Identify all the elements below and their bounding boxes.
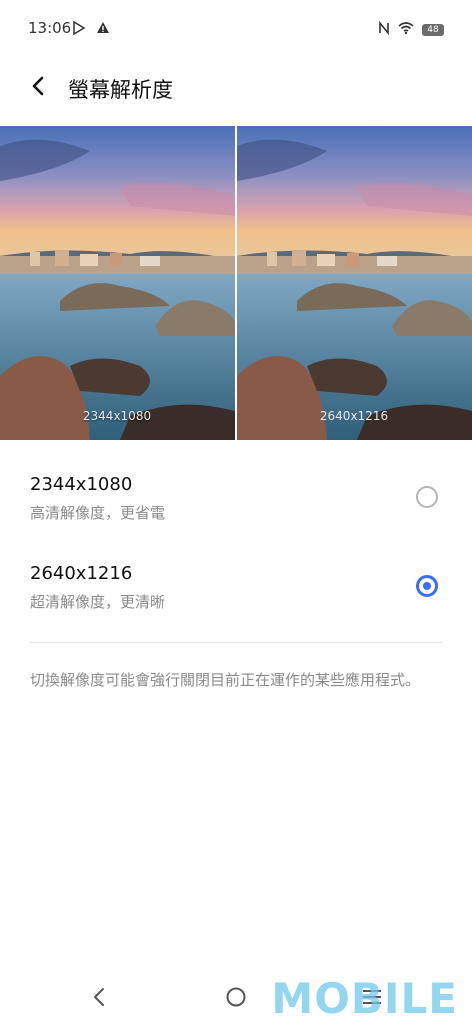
page-title: 螢幕解析度 xyxy=(68,78,173,102)
preview-left-caption: 2344x1080 xyxy=(83,409,151,423)
battery-icon: 48 xyxy=(422,23,444,36)
play-store-icon xyxy=(72,20,86,39)
status-bar: 13:06 48 xyxy=(0,0,472,60)
resolution-option-2640x1216[interactable]: 2640x1216 超清解像度，更清晰 xyxy=(0,563,472,643)
option-title: 2640x1216 xyxy=(30,563,133,584)
nav-home-button[interactable] xyxy=(221,984,251,1014)
option-subtitle: 高清解像度，更省電 xyxy=(30,504,166,522)
status-left-icons xyxy=(72,20,110,39)
preview-right-caption: 2640x1216 xyxy=(320,409,388,423)
option-subtitle: 超清解像度，更清晰 xyxy=(30,593,166,611)
warning-icon xyxy=(96,20,110,39)
nav-back-button[interactable] xyxy=(84,984,114,1014)
option-title: 2344x1080 xyxy=(30,474,133,495)
preview-right: 2640x1216 xyxy=(237,126,472,440)
nfc-icon xyxy=(378,20,390,39)
landscape-image-left: 2344x1080 xyxy=(0,126,235,440)
radio-button-unselected[interactable] xyxy=(416,486,438,508)
app-bar: 螢幕解析度 xyxy=(0,60,472,116)
preview-left: 2344x1080 xyxy=(0,126,235,440)
resolution-option-2344x1080[interactable]: 2344x1080 高清解像度，更省電 xyxy=(0,474,472,554)
status-right-icons: 48 xyxy=(378,20,444,39)
back-button[interactable] xyxy=(22,72,54,104)
nav-back-icon xyxy=(92,987,106,1011)
divider xyxy=(30,642,442,643)
watermark-logo: MOBILE xyxy=(271,974,458,1023)
navigation-bar: MOBILE xyxy=(0,972,472,1024)
nav-home-icon xyxy=(225,986,247,1012)
resolution-preview: 2344x1080 2640x1216 xyxy=(0,126,472,440)
radio-button-selected[interactable] xyxy=(416,575,438,597)
back-arrow-icon xyxy=(30,76,46,100)
landscape-image-right: 2640x1216 xyxy=(237,126,472,440)
warning-note: 切換解像度可能會強行關閉目前正在運作的某些應用程式。 xyxy=(30,671,421,689)
status-time: 13:06 xyxy=(28,19,72,37)
wifi-icon xyxy=(398,20,414,39)
